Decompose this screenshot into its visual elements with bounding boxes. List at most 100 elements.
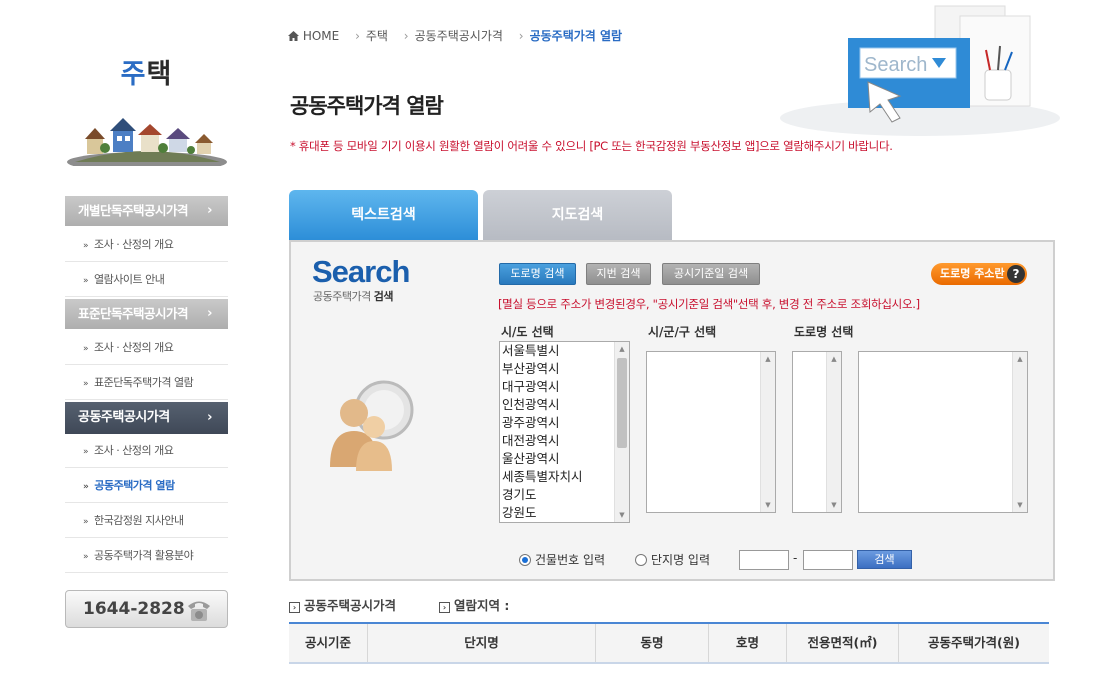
- section-apartment-price: › 공동주택공시가격: [289, 595, 396, 614]
- search-illustration: Search: [780, 5, 1060, 136]
- submenu-b-survey-overview[interactable]: » 조사 · 산정의 개요: [65, 331, 228, 365]
- scroll-up-icon[interactable]: ▲: [827, 352, 841, 366]
- radio-label: 단지명 입력: [651, 553, 711, 567]
- mobile-notice: * 휴대폰 등 모바일 기기 이용시 원활한 열람이 어려울 수 있으니 [PC…: [290, 139, 893, 153]
- sido-listbox[interactable]: 서울특별시 부산광역시 대구광역시 인천광역시 광주광역시 대전광역시 울산광역…: [499, 341, 630, 523]
- scroll-up-icon[interactable]: ▲: [615, 342, 629, 356]
- section-title-first: 주: [120, 59, 147, 90]
- bullet-icon: »: [83, 552, 89, 562]
- road-name-listbox[interactable]: ▲ ▼: [858, 351, 1028, 513]
- scroll-thumb[interactable]: [617, 358, 627, 448]
- sido-option[interactable]: 인천광역시: [500, 396, 629, 414]
- phone-number: 1644-2828: [83, 599, 185, 619]
- chevron-right-icon: ›: [207, 203, 212, 218]
- section-title: 주택: [65, 52, 228, 91]
- tab-map-search[interactable]: 지도검색: [483, 190, 672, 240]
- home-icon: [288, 31, 299, 41]
- column-area: 전용면적(㎡): [786, 624, 898, 662]
- breadcrumb-home[interactable]: HOME: [303, 29, 339, 43]
- submenu-label: 한국감정원 지사안내: [94, 514, 184, 527]
- submenu-b-standard-price-view[interactable]: » 표준단독주택가격 열람: [65, 366, 228, 400]
- submenu-c-branch-guide[interactable]: » 한국감정원 지사안내: [65, 504, 228, 538]
- sido-option[interactable]: 경기도: [500, 486, 629, 504]
- submenu-a-survey-overview[interactable]: » 조사 · 산정의 개요: [65, 228, 228, 262]
- houses-illustration: [67, 118, 227, 166]
- road-name-scrollbar[interactable]: ▲ ▼: [1012, 352, 1027, 512]
- base-date-search-button[interactable]: 공시기준일 검색: [662, 263, 760, 285]
- search-submit-button[interactable]: 검색: [857, 550, 912, 569]
- submenu-c-usage[interactable]: » 공동주택가격 활용분야: [65, 539, 228, 573]
- bullet-icon: »: [83, 517, 89, 527]
- bullet-icon: »: [83, 482, 89, 492]
- search-logo-subtitle: 공동주택가격 검색: [313, 288, 393, 304]
- sido-option[interactable]: 대전광역시: [500, 432, 629, 450]
- submenu-a-site-guide[interactable]: » 열람사이트 안내: [65, 263, 228, 297]
- result-table-header: 공시기준 단지명 동명 호명 전용면적(㎡) 공동주택가격(원): [289, 622, 1049, 664]
- bullet-icon: »: [83, 379, 89, 389]
- building-number-main-input[interactable]: [739, 550, 789, 570]
- sido-option[interactable]: 강원도: [500, 504, 629, 522]
- submenu-label: 열람사이트 안내: [94, 273, 165, 286]
- page-title: 공동주택가격 열람: [290, 94, 444, 118]
- building-number-sub-input[interactable]: [803, 550, 853, 570]
- road-address-help-button[interactable]: 도로명 주소란 ?: [931, 263, 1027, 285]
- number-dash: -: [793, 551, 798, 565]
- search-logo: Search: [312, 254, 410, 289]
- road-initial-scrollbar[interactable]: ▲ ▼: [826, 352, 841, 512]
- sido-option[interactable]: 부산광역시: [500, 360, 629, 378]
- road-name-search-button[interactable]: 도로명 검색: [499, 263, 576, 285]
- breadcrumb-separator: ›: [355, 29, 360, 43]
- submenu-c-survey-overview[interactable]: » 조사 · 산정의 개요: [65, 434, 228, 468]
- sido-label: 시/도 선택: [501, 325, 554, 339]
- radio-building-number[interactable]: 건물번호 입력: [519, 551, 605, 568]
- breadcrumb-apartment-price[interactable]: 공동주택공시가격: [415, 29, 503, 43]
- menu-standard-house-price[interactable]: 표준단독주택공시가격 ›: [65, 299, 228, 329]
- road-name-label: 도로명 선택: [794, 325, 854, 339]
- sido-option[interactable]: 서울특별시: [500, 342, 629, 360]
- section-view-region: › 열람지역 :: [439, 595, 509, 614]
- hero-search-text: Search: [864, 54, 927, 76]
- question-icon: ?: [1007, 265, 1025, 283]
- submenu-c-apartment-price-view[interactable]: » 공동주택가격 열람: [65, 469, 228, 503]
- sigungu-listbox[interactable]: ▲ ▼: [646, 351, 776, 513]
- section-label: 공동주택공시가격: [304, 598, 397, 613]
- scroll-up-icon[interactable]: ▲: [1013, 352, 1027, 366]
- sigungu-scrollbar[interactable]: ▲ ▼: [760, 352, 775, 512]
- submenu-label: 표준단독주택가격 열람: [94, 376, 194, 389]
- scroll-down-icon[interactable]: ▼: [761, 498, 775, 512]
- column-price: 공동주택가격(원): [898, 624, 1049, 662]
- scroll-down-icon[interactable]: ▼: [1013, 498, 1027, 512]
- menu-label: 표준단독주택공시가격: [78, 306, 189, 321]
- menu-apartment-price[interactable]: 공동주택공시가격 ›: [65, 402, 228, 434]
- radio-complex-name[interactable]: 단지명 입력: [635, 551, 710, 568]
- bullet-icon: »: [83, 344, 89, 354]
- menu-individual-house-price[interactable]: 개별단독주택공시가격 ›: [65, 196, 228, 226]
- scroll-up-icon[interactable]: ▲: [761, 352, 775, 366]
- breadcrumb-house[interactable]: 주택: [366, 29, 388, 43]
- sido-option[interactable]: 광주광역시: [500, 414, 629, 432]
- bullet-icon: »: [83, 241, 89, 251]
- sido-option[interactable]: 울산광역시: [500, 450, 629, 468]
- telephone-icon: [188, 601, 210, 621]
- chevron-right-icon: ›: [207, 306, 212, 321]
- radio-selected-icon[interactable]: [519, 554, 531, 566]
- column-unit: 호명: [708, 624, 786, 662]
- section-title-rest: 택: [146, 59, 173, 90]
- menu-label: 개별단독주택공시가격: [78, 203, 189, 218]
- road-initial-listbox[interactable]: ▲ ▼: [792, 351, 842, 513]
- subtitle-bold: 검색: [373, 290, 394, 303]
- column-complex-name: 단지명: [367, 624, 595, 662]
- sido-scrollbar[interactable]: ▲ ▼: [614, 342, 629, 522]
- radio-unselected-icon[interactable]: [635, 554, 647, 566]
- sido-option[interactable]: 대구광역시: [500, 378, 629, 396]
- scroll-down-icon[interactable]: ▼: [615, 508, 629, 522]
- radio-label: 건물번호 입력: [535, 553, 606, 567]
- tab-text-search[interactable]: 텍스트검색: [289, 190, 478, 240]
- scroll-down-icon[interactable]: ▼: [827, 498, 841, 512]
- sido-option[interactable]: 세종특별자치시: [500, 468, 629, 486]
- menu-label: 공동주택공시가격: [78, 410, 170, 425]
- arrow-box-icon: ›: [289, 602, 300, 613]
- bullet-icon: »: [83, 276, 89, 286]
- subtitle-plain: 공동주택가격: [313, 290, 371, 303]
- lot-number-search-button[interactable]: 지번 검색: [586, 263, 651, 285]
